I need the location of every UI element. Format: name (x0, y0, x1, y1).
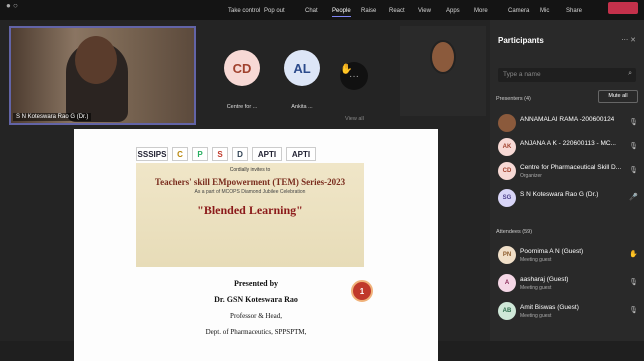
presenter-dept: Dept. of Pharmaceutics, SPPSPTM, (205, 328, 307, 336)
tile-name: Ankita ... (291, 104, 313, 110)
people-button[interactable]: People (332, 8, 351, 17)
avatar: SG (498, 189, 516, 207)
presenter-name: Dr. GSN Koteswara Rao (214, 295, 298, 304)
participant-tile-cd[interactable]: CD Centre for ... (224, 50, 260, 110)
participant-role: Meeting guest (520, 285, 552, 291)
mic-button[interactable]: Mic (540, 8, 549, 14)
logo: C (172, 147, 188, 161)
participant-name: aasharaj (Guest) (520, 276, 569, 283)
slide-subtitle-2: As a part of MCOPS Diamond Jubilee Celeb… (194, 189, 306, 195)
view-all-link[interactable]: View all (345, 116, 364, 122)
share-button[interactable]: Share (566, 8, 582, 14)
participant-role: Meeting guest (520, 313, 552, 319)
participants-panel: Participants ⋯ ✕ Type a name ⌕ Presenter… (490, 20, 644, 341)
avatar: AK (498, 138, 516, 156)
logo: P (192, 147, 208, 161)
participant-name: ANJANA A K - 220600113 - MC... (520, 140, 616, 147)
search-placeholder: Type a name (503, 71, 541, 78)
avatar: CD (224, 50, 260, 86)
take-control-button[interactable]: Take control (228, 8, 260, 14)
participant-name: S N Koteswara Rao G (Dr.) (520, 191, 599, 198)
avatar: CD (498, 162, 516, 180)
react-button[interactable]: React (389, 8, 405, 14)
mute-all-button[interactable]: Mute all (598, 90, 638, 103)
video-name-label: S N Koteswara Rao G (Dr.) (13, 113, 92, 121)
participant-row[interactable]: PN Poornima A N (Guest) Meeting guest ✋ (498, 244, 638, 268)
view-button[interactable]: View (418, 8, 431, 14)
avatar: A (498, 274, 516, 292)
avatar: AB (498, 302, 516, 320)
speaker-head (75, 36, 117, 84)
participant-video[interactable] (400, 26, 486, 116)
participant-row[interactable]: AB Amit Biswas (Guest) Meeting guest 🎙 (498, 300, 638, 324)
participant-row[interactable]: CD Centre for Pharmaceutical Skill D... … (498, 160, 638, 184)
logo: S (212, 147, 228, 161)
presenters-header[interactable]: Presenters (4) (496, 96, 531, 102)
mic-off-icon: 🎙 (629, 307, 638, 314)
camera-button[interactable]: Camera (508, 8, 529, 14)
more-button[interactable]: More (474, 8, 488, 14)
participant-row[interactable]: ANNAMALAI RAMA -200600124 🎙 (498, 112, 638, 136)
leave-button[interactable] (608, 2, 638, 14)
attendees-header[interactable]: Attendees (59) (496, 229, 532, 235)
participant-name: Amit Biswas (Guest) (520, 304, 579, 311)
mic-off-icon: 🎙 (629, 143, 638, 150)
meeting-toolbar: ● ○ Take control Pop out Chat People Rai… (0, 0, 644, 20)
mic-on-icon: 🎤 (629, 194, 638, 201)
slide-title: Teachers' skill EMpowerment (TEM) Series… (154, 177, 346, 187)
panel-title: Participants (498, 36, 544, 45)
slide-logos: SSSIPS C P S D APTI APTI (136, 147, 364, 161)
slide-banner: Cordially invites to Teachers' skill EMp… (136, 163, 364, 267)
timer-icon: ● ○ (6, 1, 18, 10)
logo: SSSIPS (136, 147, 168, 161)
hand-raised-icon: ✋ (629, 251, 638, 258)
avatar: AL (284, 50, 320, 86)
pop-out-button[interactable]: Pop out (264, 8, 285, 14)
slide-topic: "Blended Learning" (197, 203, 303, 217)
avatar: PN (498, 246, 516, 264)
logo: D (232, 147, 248, 161)
participant-role: Organizer (520, 173, 542, 179)
panel-controls[interactable]: ⋯ ✕ (621, 36, 636, 44)
search-icon: ⌕ (628, 70, 632, 77)
raise-button[interactable]: Raise (361, 8, 376, 14)
mic-off-icon: 🎙 (629, 119, 638, 126)
avatar (498, 114, 516, 132)
logo: APTI (286, 147, 316, 161)
presenter-role: Professor & Head, (230, 312, 282, 320)
mic-off-icon: 🎙 (629, 279, 638, 286)
participant-name: ANNAMALAI RAMA -200600124 (520, 116, 615, 123)
participant-role: Meeting guest (520, 257, 552, 263)
participant-tile-al[interactable]: AL Ankita ... (284, 50, 320, 110)
meeting-stage: S N Koteswara Rao G (Dr.) CD Centre for … (0, 20, 490, 361)
slide-subtitle: Cordially invites to (229, 167, 271, 173)
speaker-video[interactable]: S N Koteswara Rao G (Dr.) (9, 26, 196, 125)
logo: APTI (252, 147, 282, 161)
participant-face (430, 40, 456, 74)
shared-slide: SSSIPS C P S D APTI APTI Cordially invit… (74, 129, 438, 361)
participant-name: Poornima A N (Guest) (520, 248, 584, 255)
participant-row[interactable]: AK ANJANA A K - 220600113 - MC... 🎙 (498, 136, 638, 160)
participant-row[interactable]: SG S N Koteswara Rao G (Dr.) 🎤 (498, 187, 638, 211)
raise-hand-icon: ✋ (340, 64, 353, 75)
chat-button[interactable]: Chat (305, 8, 318, 14)
tile-name: Centre for ... (226, 104, 258, 110)
participant-name: Centre for Pharmaceutical Skill D... (520, 164, 622, 171)
participant-row[interactable]: A aasharaj (Guest) Meeting guest 🎙 (498, 272, 638, 296)
presented-by: Presented by (233, 279, 279, 288)
mic-off-icon: 🎙 (629, 167, 638, 174)
apps-button[interactable]: Apps (446, 8, 460, 14)
participant-search-input[interactable]: Type a name ⌕ (498, 68, 636, 82)
